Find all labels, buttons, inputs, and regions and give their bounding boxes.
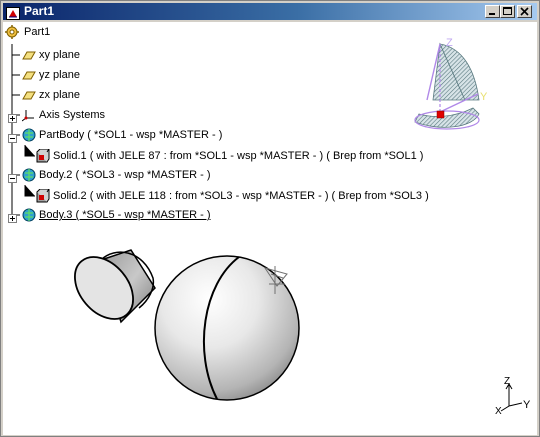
tree-item-xy-plane[interactable]: xy plane [3, 45, 203, 65]
body-icon [22, 128, 36, 142]
collapse-minus-icon[interactable] [8, 170, 17, 183]
axis-triad-icon: Z Y X [495, 376, 531, 417]
solid-icon [36, 149, 50, 163]
tree-item-axis-systems[interactable]: Axis Systems [3, 105, 203, 125]
tree-item-body-2[interactable]: Body.2 ( *SOL3 - wsp *MASTER - ) [3, 165, 263, 185]
tree-label: PartBody ( *SOL1 - wsp *MASTER - ) [39, 129, 223, 141]
close-icon [520, 7, 529, 16]
minimize-icon [489, 13, 495, 15]
body-icon [22, 168, 36, 182]
tree-item-solid-2[interactable]: Solid.2 ( with JELE 118 : from *SOL3 - w… [3, 186, 443, 206]
tree-label: Solid.2 ( with JELE 118 : from *SOL3 - w… [53, 190, 429, 202]
tree-item-partbody[interactable]: PartBody ( *SOL1 - wsp *MASTER - ) [3, 125, 263, 145]
tree-label: xy plane [39, 49, 80, 61]
window-icon [6, 5, 20, 20]
close-button[interactable] [517, 5, 532, 18]
triad-y-label: Y [523, 399, 531, 411]
tree-root-part1[interactable]: Part1 [3, 22, 203, 42]
collapse-minus-icon[interactable] [8, 130, 17, 143]
body-icon [22, 208, 36, 222]
tree-label: Part1 [24, 26, 51, 38]
part-gear-icon [5, 25, 19, 39]
plane-icon [22, 88, 36, 102]
catia-part-window: Part1 Z Y Z Y X Part1 xy plane yz plane … [0, 0, 540, 437]
plane-icon [22, 48, 36, 62]
tree-item-zx-plane[interactable]: zx plane [3, 85, 203, 105]
sphere-solid[interactable] [154, 255, 300, 401]
3d-viewport[interactable]: Z Y Z Y X Part1 xy plane yz plane zx pla… [3, 22, 537, 435]
plane-icon [22, 68, 36, 82]
axis-system-icon [22, 108, 36, 122]
title-bar[interactable]: Part1 [3, 3, 537, 20]
tree-label: Solid.1 ( with JELE 87 : from *SOL1 - ws… [53, 150, 424, 162]
window-title: Part1 [24, 4, 55, 18]
expand-plus-icon[interactable] [8, 110, 17, 123]
expand-plus-icon[interactable] [8, 210, 17, 223]
triad-z-label: Z [504, 376, 510, 387]
cylinder-solid[interactable] [63, 246, 156, 330]
tree-item-yz-plane[interactable]: yz plane [3, 65, 203, 85]
maximize-icon [503, 7, 512, 15]
minimize-button[interactable] [485, 5, 500, 18]
tree-item-body-3[interactable]: Body.3 ( *SOL5 - wsp *MASTER - ) [3, 205, 263, 225]
tree-label: yz plane [39, 69, 80, 81]
tree-item-solid-1[interactable]: Solid.1 ( with JELE 87 : from *SOL1 - ws… [3, 146, 443, 166]
solid-icon [36, 189, 50, 203]
maximize-button[interactable] [500, 5, 515, 18]
specification-tree: Part1 xy plane yz plane zx plane Axis Sy… [3, 22, 537, 242]
tree-label: zx plane [39, 89, 80, 101]
tree-label: Body.3 ( *SOL5 - wsp *MASTER - ) [39, 209, 211, 221]
tree-label: Axis Systems [39, 109, 106, 121]
triad-x-label: X [495, 406, 502, 417]
tree-label: Body.2 ( *SOL3 - wsp *MASTER - ) [39, 169, 211, 181]
